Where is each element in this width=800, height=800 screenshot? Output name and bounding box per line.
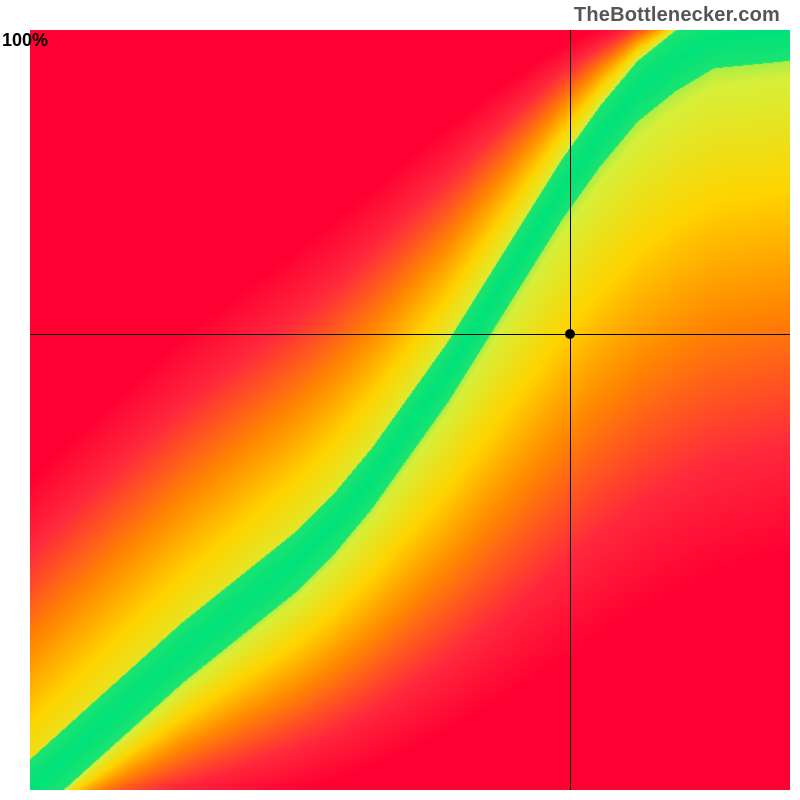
heatmap-plot [30,30,790,790]
heatmap-canvas [30,30,790,790]
crosshair-vertical [570,30,571,790]
selection-marker[interactable] [565,329,575,339]
y-axis-max-label: 100% [2,30,48,51]
chart-container: TheBottlenecker.com 100% [0,0,800,800]
crosshair-horizontal [30,334,790,335]
watermark-text: TheBottlenecker.com [574,4,780,27]
